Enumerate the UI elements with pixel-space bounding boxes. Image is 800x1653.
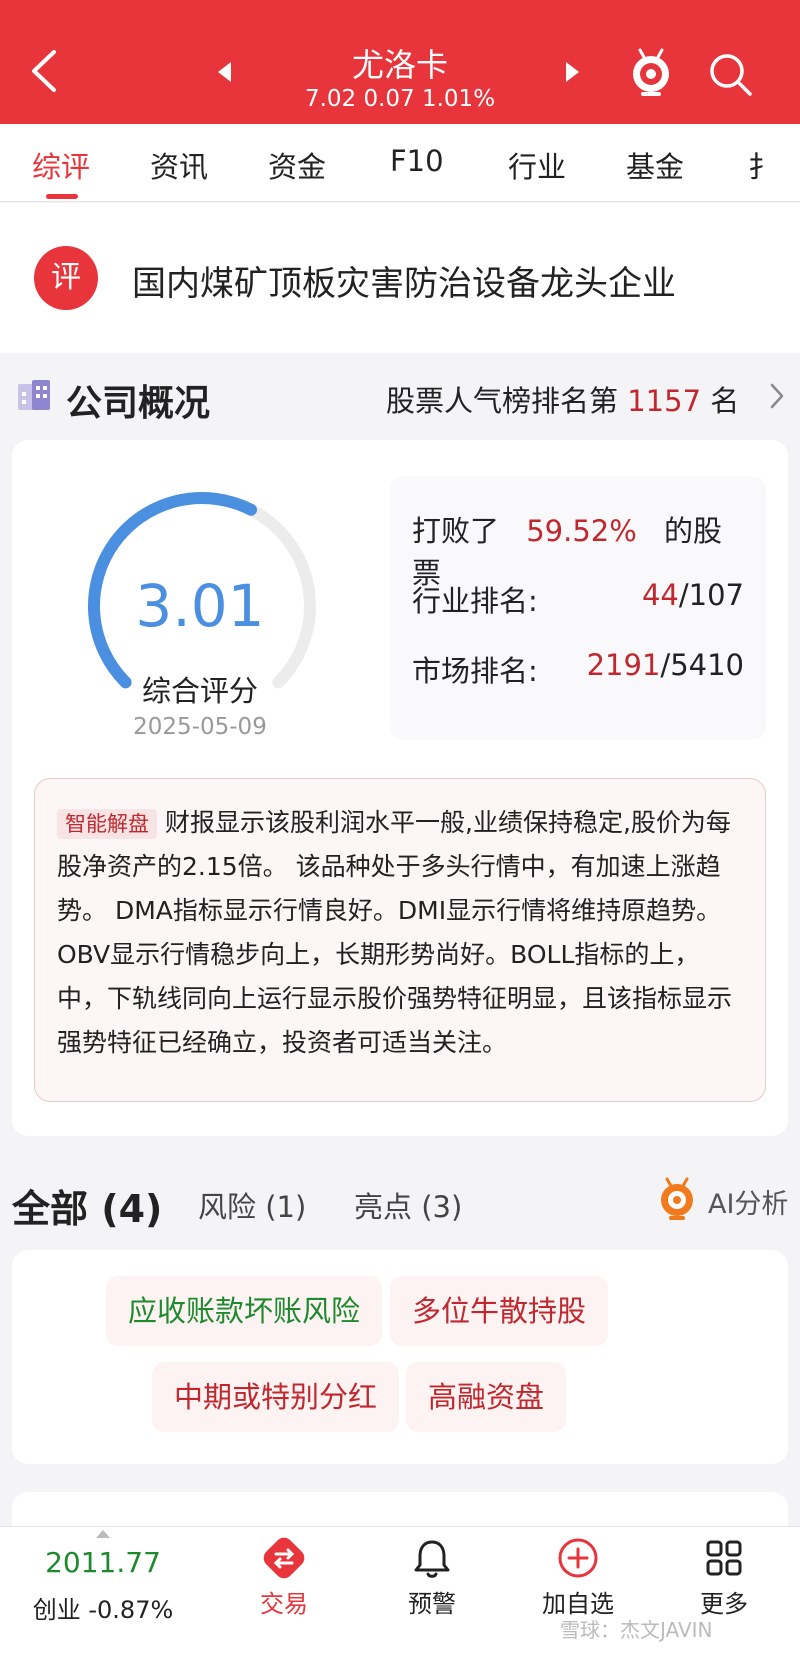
company-headline: 国内煤矿顶板灾害防治设备龙头企业 <box>132 264 676 304</box>
filter-highlight[interactable]: 亮点 (3) <box>354 1184 462 1226</box>
score-value: 3.01 <box>135 572 265 640</box>
tab-funds[interactable]: 资金 <box>268 144 326 186</box>
tag-pill[interactable]: 多位牛散持股 <box>390 1276 609 1346</box>
beat-prefix: 打败了 <box>412 514 500 548</box>
ai-robot-icon[interactable] <box>656 1176 698 1220</box>
comment-badge: 评 <box>34 246 98 310</box>
nav-more[interactable]: 更多 <box>664 1536 784 1619</box>
section-title: 公司概况 <box>66 383 211 424</box>
rank-suffix: 名 <box>710 384 740 418</box>
score-label: 综合评分 <box>141 674 258 708</box>
grid-icon <box>706 1540 742 1576</box>
tab-overview[interactable]: 综评 <box>32 144 90 186</box>
tab-fund[interactable]: 基金 <box>626 144 684 186</box>
add-circle-icon <box>558 1538 598 1578</box>
industry-rank: 44 <box>641 578 679 612</box>
active-tab-indicator <box>46 194 78 199</box>
smart-analysis-box: 智能解盘 财报显示该股利润水平一般,业绩保持稳定,股价为每股净资产的2.15倍。 … <box>34 778 766 1102</box>
market-rank-label: 市场排名: <box>412 654 538 688</box>
nav-alert-label: 预警 <box>408 1590 456 1618</box>
tag-pill[interactable]: 中期或特别分红 <box>152 1362 400 1432</box>
tags-card: 应收账款坏账风险 多位牛散持股 中期或特别分红 高融资盘 <box>12 1250 788 1464</box>
nav-alert[interactable]: 预警 <box>372 1536 492 1619</box>
tab-bar: 综评 资讯 资金 F10 行业 基金 扌 <box>0 124 800 202</box>
nav-trade[interactable]: 交易 <box>224 1536 344 1619</box>
chevron-right-icon[interactable] <box>770 383 784 409</box>
market-rank-row: 市场排名: 2191/5410 <box>412 648 744 690</box>
watermark: 雪球：杰文JAVIN <box>560 1618 713 1642</box>
score-date: 2025-05-09 <box>133 714 267 740</box>
rank-prefix: 股票人气榜排名第 <box>386 384 619 418</box>
ranking-stats: 打败了 59.52% 的股票 行业排名: 44/107 市场排名: 2191/5… <box>390 476 766 740</box>
industry-total: /107 <box>678 578 744 612</box>
next-stock-icon[interactable] <box>566 62 579 82</box>
beat-percent: 59.52% <box>526 514 637 548</box>
trade-icon <box>263 1537 305 1579</box>
stock-name: 尤洛卡 <box>351 46 448 84</box>
market-total: /5410 <box>660 648 744 682</box>
market-rank: 2191 <box>586 648 661 682</box>
filter-all[interactable]: 全部 (4) <box>12 1178 162 1233</box>
industry-rank-label: 行业排名: <box>412 584 538 618</box>
tab-industry[interactable]: 行业 <box>508 144 566 186</box>
tab-f10[interactable]: F10 <box>390 144 444 178</box>
nav-add-watchlist[interactable]: 加自选 <box>518 1536 638 1619</box>
robot-assistant-icon[interactable] <box>626 46 676 98</box>
tab-more-partial[interactable]: 扌 <box>748 144 777 186</box>
popularity-rank[interactable]: 股票人气榜排名第 1157 名 <box>386 378 739 420</box>
index-value[interactable]: 2011.77 <box>28 1546 178 1579</box>
smart-analysis-tag: 智能解盘 <box>57 809 157 839</box>
bell-icon <box>414 1540 450 1578</box>
tag-pill[interactable]: 高融资盘 <box>406 1362 567 1432</box>
expand-caret-icon[interactable] <box>96 1530 110 1538</box>
index-name[interactable]: 创业 -0.87% <box>28 1590 178 1625</box>
rank-number: 1157 <box>627 384 702 418</box>
tag-pill[interactable]: 应收账款坏账风险 <box>106 1276 383 1346</box>
stock-quote: 7.02 0.07 1.01% <box>304 86 496 112</box>
ai-analysis-link[interactable]: AI分析 <box>708 1182 788 1221</box>
industry-rank-row: 行业排名: 44/107 <box>412 578 744 620</box>
nav-trade-label: 交易 <box>260 1590 308 1618</box>
filter-risk[interactable]: 风险 (1) <box>198 1184 306 1226</box>
building-icon <box>18 380 50 410</box>
top-bar: 尤洛卡 7.02 0.07 1.01% <box>0 0 800 124</box>
search-icon[interactable] <box>706 50 754 98</box>
tab-news[interactable]: 资讯 <box>150 144 208 186</box>
smart-analysis-text: 财报显示该股利润水平一般,业绩保持稳定,股价为每股净资产的2.15倍。 该品种处… <box>57 808 733 1057</box>
